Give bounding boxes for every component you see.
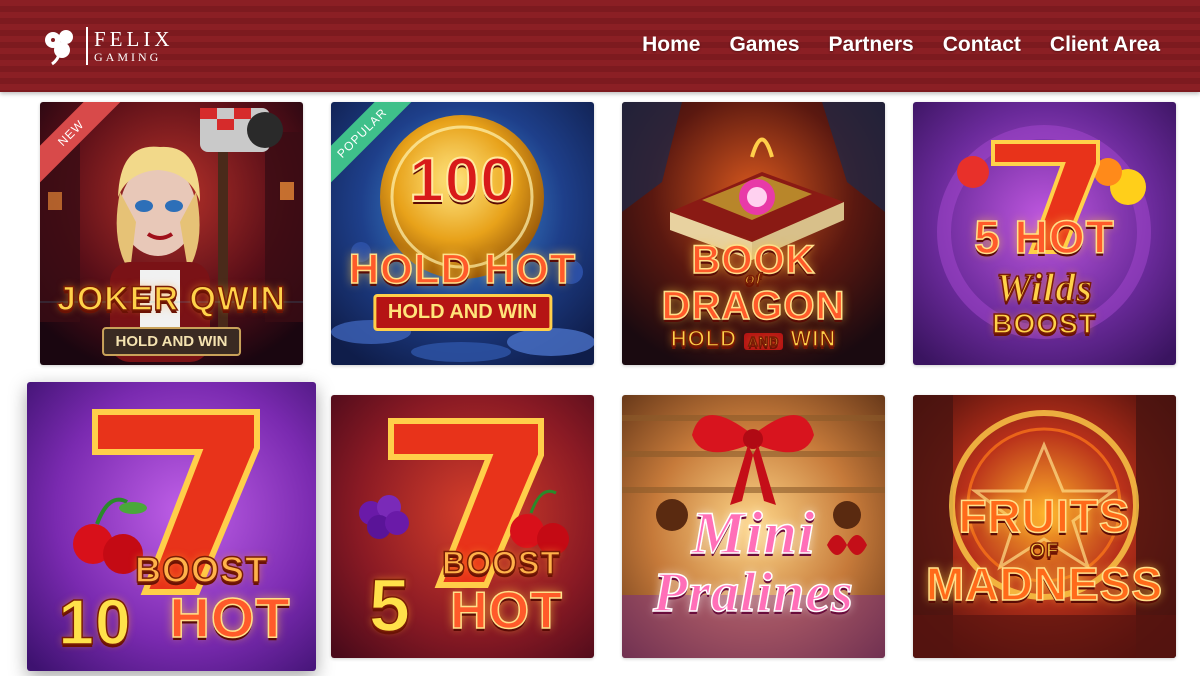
game-tile-5-hot-wilds-boost[interactable]: 5 HOT Wilds BOOST [913,102,1176,365]
game-title-number: 5 [974,211,1001,263]
main-nav: Home Games Partners Contact Client Area [642,30,1160,60]
game-tile-book-of-dragon[interactable]: BOOK of DRAGON HOLD AND WIN [622,102,885,365]
subtitle-hold: HOLD [670,326,738,351]
clover-leaf-icon [45,30,73,66]
game-tile-10-boost-hot[interactable]: BOOST 10 HOT [27,382,316,671]
nav-games[interactable]: Games [729,30,799,60]
game-tile-joker-qwin[interactable]: JOKER QWIN HOLD AND WIN NEW [40,102,303,365]
brand-logo[interactable]: FELIX GAMING [40,24,174,68]
game-title-number: 100 [408,146,516,215]
game-title: HOT [449,582,563,640]
game-tile-mini-pralines[interactable]: Mini Pralines [622,395,885,658]
brand-name: FELIX [94,27,174,51]
game-title: MADNESS [925,558,1164,610]
game-title-top: FRUITS [958,490,1131,542]
game-title-top: BOOST [134,549,268,590]
game-title: HOLD HOT [348,245,577,292]
game-title-top: Mini [691,500,816,566]
brand-wordmark: FELIX GAMING [94,28,174,64]
nav-client-area[interactable]: Client Area [1050,30,1160,60]
nav-contact[interactable]: Contact [943,30,1021,60]
game-title-top: BOOST [441,545,561,581]
game-title: 5 HOT [913,211,1176,263]
site-header: FELIX GAMING Home Games Partners Contact… [0,0,1200,92]
game-tile-5-boost-hot[interactable]: BOOST 5 HOT [331,395,594,658]
game-tile-100-hold-hot[interactable]: 100 HOLD HOT HOLD AND WIN POPULAR [331,102,594,365]
brand-divider [86,27,88,65]
nav-partners[interactable]: Partners [829,30,914,60]
nav-home[interactable]: Home [642,30,700,60]
game-subtitle: HOLD AND WIN [622,326,885,351]
game-title-script: Wilds [995,265,1093,310]
game-subtitle: HOLD AND WIN [372,294,553,331]
brand-subname: GAMING [94,50,162,64]
subtitle-and: AND [744,333,784,350]
game-title: DRAGON [661,284,846,328]
game-subtitle: BOOST [991,308,1097,339]
game-title: JOKER QWIN [56,280,287,318]
game-title: HOT [169,586,291,649]
game-title-text: HOT [1014,211,1115,263]
game-title: Pralines [652,562,854,624]
game-title-number: 10 [58,586,132,658]
game-subtitle: HOLD AND WIN [101,327,242,356]
subtitle-win: WIN [790,326,837,351]
game-tile-fruits-of-madness[interactable]: FRUITS OF MADNESS [913,395,1176,658]
